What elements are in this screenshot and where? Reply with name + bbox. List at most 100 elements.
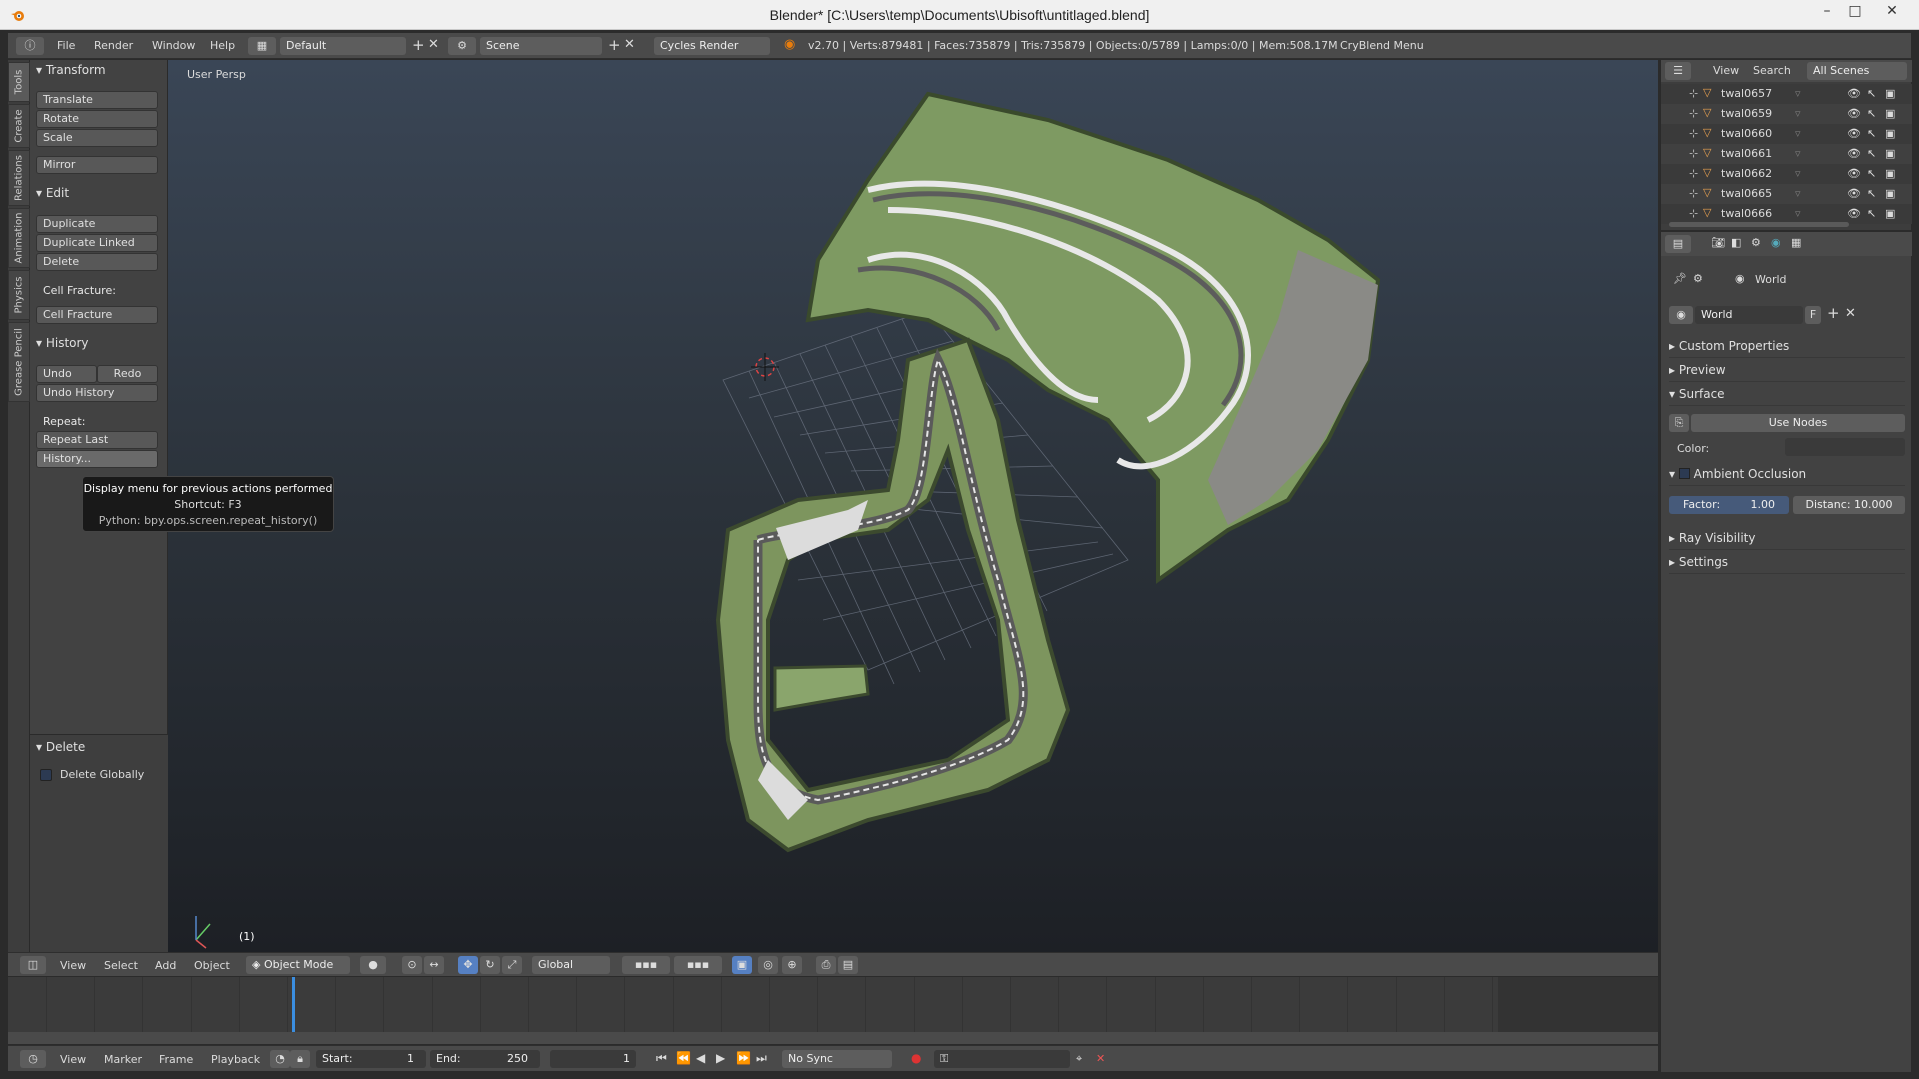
ambient-occlusion-panel[interactable]: ▾ Ambient Occlusion xyxy=(1669,464,1905,486)
world-name-field[interactable]: World xyxy=(1695,306,1803,324)
render-context-icon[interactable]: 📷︎ xyxy=(1711,236,1725,249)
pin-icon[interactable]: 📌︎ xyxy=(1673,272,1687,285)
object-name[interactable]: twal0665 xyxy=(1721,187,1772,200)
selectable-cursor-icon[interactable]: ↖ xyxy=(1867,207,1876,220)
object-name[interactable]: twal0662 xyxy=(1721,167,1772,180)
new-world-icon[interactable]: + xyxy=(1827,304,1840,322)
history-panel-header[interactable]: ▾ History xyxy=(36,336,89,350)
ao-factor-field[interactable]: Factor: 1.00 xyxy=(1669,496,1789,514)
visibility-eye-icon[interactable]: 👁︎ xyxy=(1847,167,1861,180)
rotate-button[interactable]: Rotate xyxy=(36,110,158,128)
snap-icon[interactable]: ⊕ xyxy=(782,956,802,974)
maximize-button[interactable]: □ xyxy=(1843,3,1867,23)
use-nodes-button[interactable]: Use Nodes xyxy=(1691,414,1905,432)
selectable-cursor-icon[interactable]: ↖ xyxy=(1867,147,1876,160)
world-context-icon[interactable]: ◉ xyxy=(1771,236,1781,249)
lock-icon[interactable]: 🔒︎ xyxy=(290,1050,310,1068)
tab-relations[interactable]: Relations xyxy=(8,150,30,206)
insert-keyframe-icon[interactable]: ⌖ xyxy=(1076,1052,1082,1066)
remove-layout-icon[interactable]: ✕ xyxy=(428,37,439,52)
outliner-row[interactable]: ⊹ ▽ twal0659 ▿ 👁︎ ↖ ▣ xyxy=(1661,104,1912,124)
menu-help[interactable]: Help xyxy=(210,39,235,52)
jump-next-key-icon[interactable]: ⏩ xyxy=(736,1051,751,1065)
settings-panel[interactable]: ▸ Settings xyxy=(1669,552,1905,574)
outliner-scrollbar[interactable] xyxy=(1669,222,1849,227)
unlink-world-icon[interactable]: ✕ xyxy=(1845,306,1856,321)
expand-icon[interactable]: ⊹ xyxy=(1689,127,1698,140)
3d-viewport[interactable]: User Persp (1) xyxy=(168,60,1658,952)
play-reverse-icon[interactable]: ◀ xyxy=(696,1051,705,1065)
outliner-row[interactable]: ⊹ ▽ twal0661 ▿ 👁︎ ↖ ▣ xyxy=(1661,144,1912,164)
ao-distance-field[interactable]: Distanc: 10.000 xyxy=(1793,496,1905,514)
renderable-camera-icon[interactable]: ▣ xyxy=(1885,107,1895,120)
play-icon[interactable]: ▶ xyxy=(716,1051,725,1065)
tab-create[interactable]: Create xyxy=(8,104,30,148)
selectable-cursor-icon[interactable]: ↖ xyxy=(1867,87,1876,100)
world-browse-icon[interactable]: ◉ xyxy=(1669,306,1693,324)
timeline-editor-icon[interactable]: ◷ xyxy=(20,1050,46,1068)
render-engine-select[interactable]: Cycles Render xyxy=(654,37,770,55)
object-name[interactable]: twal0659 xyxy=(1721,107,1772,120)
outliner-row[interactable]: ⊹ ▽ twal0657 ▿ 👁︎ ↖ ▣ xyxy=(1661,84,1912,104)
layers-context-icon[interactable]: ◧ xyxy=(1731,236,1741,249)
delete-keyframe-icon[interactable]: ✕ xyxy=(1096,1052,1105,1065)
outliner-editor-icon[interactable]: ☰ xyxy=(1665,62,1691,80)
outliner-display-select[interactable]: All Scenes xyxy=(1807,62,1907,80)
expand-icon[interactable]: ⊹ xyxy=(1689,207,1698,220)
opengl-anim-icon[interactable]: ▤ xyxy=(838,956,858,974)
layers-icon[interactable]: ▪▪▪ xyxy=(622,956,670,974)
tab-physics[interactable]: Physics xyxy=(8,270,30,320)
fake-user-toggle[interactable]: F xyxy=(1805,306,1821,324)
tab-tools[interactable]: Tools xyxy=(8,62,30,102)
menu-window[interactable]: Window xyxy=(152,39,195,52)
world-color-swatch[interactable] xyxy=(1785,438,1905,456)
translate-button[interactable]: Translate xyxy=(36,91,158,109)
add-layout-icon[interactable]: + xyxy=(412,36,425,54)
pivot-icon[interactable]: ⊙ xyxy=(402,956,422,974)
menu-file[interactable]: File xyxy=(57,39,75,52)
outliner-menu-search[interactable]: Search xyxy=(1753,64,1791,77)
jump-prev-key-icon[interactable]: ⏪ xyxy=(676,1051,691,1065)
tab-animation[interactable]: Animation xyxy=(8,208,30,268)
history-button[interactable]: History... xyxy=(36,450,158,468)
menu-timeline-view[interactable]: View xyxy=(60,1053,86,1066)
visibility-eye-icon[interactable]: 👁︎ xyxy=(1847,127,1861,140)
translate-manipulator-icon[interactable]: ✥ xyxy=(458,956,478,974)
cell-fracture-button[interactable]: Cell Fracture xyxy=(36,306,158,324)
delete-globally-checkbox[interactable] xyxy=(40,769,52,781)
keying-set-field[interactable]: ⚿ xyxy=(934,1050,1070,1068)
menu-object[interactable]: Object xyxy=(194,959,230,972)
scale-manipulator-icon[interactable]: ⤢ xyxy=(502,956,522,974)
edit-panel-header[interactable]: ▾ Edit xyxy=(36,186,69,200)
visibility-eye-icon[interactable]: 👁︎ xyxy=(1847,147,1861,160)
ao-checkbox[interactable] xyxy=(1678,468,1690,479)
mirror-button[interactable]: Mirror xyxy=(36,156,158,174)
scene-field[interactable]: Scene xyxy=(480,37,602,55)
expand-icon[interactable]: ⊹ xyxy=(1689,87,1698,100)
texture-context-icon[interactable]: ▦ xyxy=(1791,236,1801,249)
renderable-camera-icon[interactable]: ▣ xyxy=(1885,207,1895,220)
expand-icon[interactable]: ⊹ xyxy=(1689,107,1698,120)
renderable-camera-icon[interactable]: ▣ xyxy=(1885,87,1895,100)
renderable-camera-icon[interactable]: ▣ xyxy=(1885,167,1895,180)
scene-icon[interactable]: ⚙ xyxy=(448,37,476,55)
proportional-icon[interactable]: ◎ xyxy=(758,956,778,974)
properties-editor-icon[interactable]: ▤ xyxy=(1665,235,1691,253)
jump-start-icon[interactable]: ⏮ xyxy=(656,1051,667,1066)
delete-button[interactable]: Delete xyxy=(36,253,158,271)
menu-select[interactable]: Select xyxy=(104,959,138,972)
object-name[interactable]: twal0661 xyxy=(1721,147,1772,160)
mode-select[interactable]: ◈ Object Mode xyxy=(246,956,350,974)
cryblend-menu[interactable]: CryBlend Menu xyxy=(1340,39,1424,52)
renderable-camera-icon[interactable]: ▣ xyxy=(1885,187,1895,200)
current-frame-field[interactable]: 1 xyxy=(550,1050,636,1068)
menu-frame[interactable]: Frame xyxy=(159,1053,193,1066)
scene-context-icon[interactable]: ⚙ xyxy=(1751,236,1761,249)
visibility-eye-icon[interactable]: 👁︎ xyxy=(1847,187,1861,200)
lock-layer-icon[interactable]: ▣ xyxy=(732,956,752,974)
outliner-row[interactable]: ⊹ ▽ twal0665 ▿ 👁︎ ↖ ▣ xyxy=(1661,184,1912,204)
selectable-cursor-icon[interactable]: ↖ xyxy=(1867,127,1876,140)
editor-type-icon[interactable]: ◫ xyxy=(20,956,46,974)
object-name[interactable]: twal0660 xyxy=(1721,127,1772,140)
menu-add[interactable]: Add xyxy=(155,959,176,972)
